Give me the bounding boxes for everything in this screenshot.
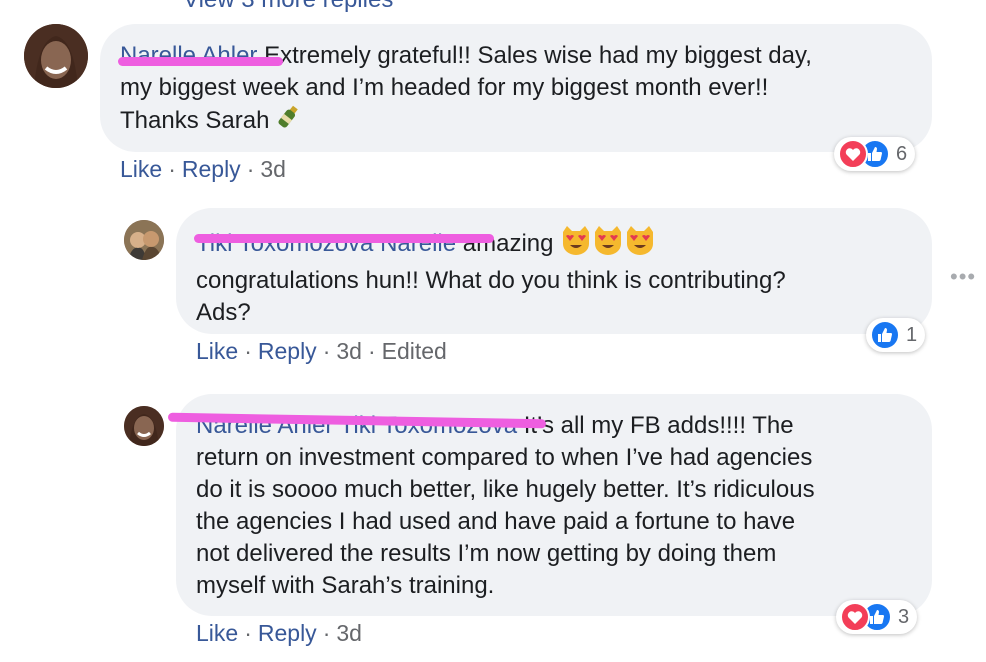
comment-actions: Like · Reply · 3d (196, 620, 362, 647)
like-link[interactable]: Like (120, 156, 162, 183)
comment-text: Thanks Sarah (120, 106, 270, 134)
avatar[interactable] (24, 24, 88, 88)
comment-text: the agencies I had used and have paid a … (196, 508, 796, 535)
comment-bubble: Tiki Toxomozova Narelle amazing congratu… (176, 208, 932, 334)
heart-eyes-cat-icon (560, 224, 656, 265)
reaction-count: 3 (898, 605, 910, 628)
separator-dot: · (322, 620, 331, 646)
timestamp[interactable]: 3d (336, 338, 362, 365)
reply-link[interactable]: Reply (182, 156, 241, 183)
avatar-photo (124, 220, 164, 260)
reaction-summary[interactable]: 1 (866, 318, 926, 352)
like-link[interactable]: Like (196, 338, 238, 365)
timestamp[interactable]: 3d (260, 156, 286, 183)
like-icon (870, 320, 900, 350)
avatar-photo (124, 406, 164, 446)
separator-dot: · (168, 156, 176, 182)
separator-dot: · (367, 338, 376, 364)
redaction-mark (194, 234, 494, 243)
reaction-count: 1 (906, 323, 918, 346)
comment-text: congratulations hun!! What do you think … (196, 267, 786, 294)
separator-dot: · (322, 338, 331, 364)
timestamp[interactable]: 3d (336, 620, 362, 647)
separator-dot: · (244, 620, 252, 646)
heart-icon (840, 602, 870, 632)
separator-dot: · (246, 156, 255, 182)
edited-label[interactable]: Edited (382, 338, 447, 365)
separator-dot: · (244, 338, 252, 364)
comment-text: my biggest week and I’m headed for my bi… (120, 74, 769, 101)
reaction-summary[interactable]: 3 (836, 600, 918, 634)
avatar[interactable] (124, 220, 164, 260)
avatar[interactable] (124, 406, 164, 446)
comment-text: Extremely grateful!! Sales wise had my b… (264, 42, 812, 69)
reaction-summary[interactable]: 6 (834, 137, 916, 171)
reaction-count: 6 (896, 142, 908, 165)
redaction-mark (118, 57, 283, 66)
comment-text: return on investment compared to when I’… (196, 444, 813, 471)
more-options-icon[interactable]: ••• (950, 264, 976, 290)
comment-text: myself with Sarah’s training. (196, 572, 495, 599)
comment-text: Ads? (196, 299, 251, 326)
comment-text: not delivered the results I’m now gettin… (196, 540, 777, 567)
comment-actions: Like · Reply · 3d (120, 156, 286, 183)
heart-icon (838, 139, 868, 169)
reply-link[interactable]: Reply (258, 620, 317, 647)
comment-actions: Like · Reply · 3d · Edited (196, 338, 447, 365)
like-link[interactable]: Like (196, 620, 238, 647)
comment-bubble: Narelle Ahler Tiki Toxomozova It’s all m… (167, 394, 932, 616)
bottle-icon (276, 104, 300, 139)
reply-link[interactable]: Reply (258, 338, 317, 365)
view-more-replies-link[interactable]: View 3 more replies (183, 0, 393, 14)
avatar-photo (24, 24, 88, 88)
comment-bubble: Narelle Ahler Extremely grateful!! Sales… (100, 24, 932, 152)
comment-text: do it is soooo much better, like hugely … (196, 476, 815, 503)
comment-text: It’s all my FB adds!!!! The (523, 412, 794, 439)
